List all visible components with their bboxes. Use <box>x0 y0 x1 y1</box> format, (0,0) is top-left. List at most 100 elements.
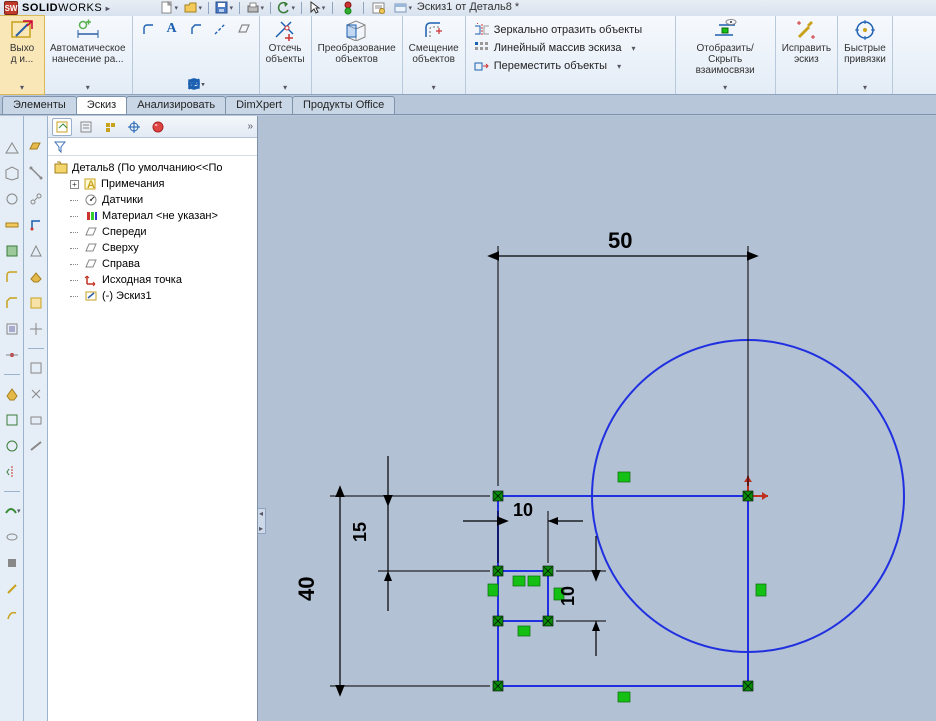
save-button[interactable] <box>215 1 233 15</box>
tool-icon[interactable] <box>27 164 45 182</box>
tool-icon[interactable] <box>3 528 21 546</box>
tool-icon[interactable] <box>27 268 45 286</box>
tool-icon[interactable] <box>3 411 21 429</box>
trim-button[interactable]: Отсечь объекты ▾ <box>260 16 312 94</box>
tool-icon[interactable] <box>3 138 21 156</box>
filter-row[interactable] <box>48 138 257 156</box>
new-file-button[interactable] <box>160 1 178 15</box>
tree-root[interactable]: Деталь8 (По умолчанию<<По <box>50 160 255 176</box>
tool-icon[interactable] <box>27 190 45 208</box>
dim-15[interactable]: 15 <box>350 522 370 542</box>
tool-icon[interactable] <box>3 606 21 624</box>
dim-40[interactable]: 40 <box>294 577 319 601</box>
tool-icon[interactable] <box>27 320 45 338</box>
dim-50[interactable]: 50 <box>608 228 632 253</box>
tree-annotations[interactable]: + A Примечания <box>50 176 255 192</box>
mirror-label: Зеркально отразить объекты <box>494 24 642 36</box>
mirror-button[interactable]: ! Зеркально отразить объекты <box>474 22 642 38</box>
repair-sketch-button[interactable]: Исправить эскиз <box>776 16 838 94</box>
tool-icon[interactable] <box>27 437 45 455</box>
centerline-tool[interactable] <box>209 18 231 40</box>
dim-10-v[interactable]: 10 <box>558 586 578 606</box>
tree-sensors[interactable]: Датчики <box>50 192 255 208</box>
linear-pattern-button[interactable]: Линейный массив эскиза ▾ <box>474 40 642 56</box>
plane-tool[interactable] <box>233 18 255 40</box>
toggle-button[interactable] <box>394 1 412 15</box>
tool-icon[interactable] <box>3 216 21 234</box>
qat-separator <box>363 2 364 14</box>
dropdown-icon: ▾ <box>632 44 636 53</box>
tab-features[interactable]: Элементы <box>2 96 77 114</box>
tool-icon[interactable] <box>3 268 21 286</box>
text-tool[interactable]: A <box>161 18 183 40</box>
tab-office[interactable]: Продукты Office <box>292 96 395 114</box>
tool-icon[interactable] <box>3 385 21 403</box>
tool-icon[interactable] <box>3 294 21 312</box>
tree-top-plane[interactable]: Сверху <box>50 240 255 256</box>
chamfer-tool[interactable] <box>185 18 207 40</box>
dim-10-h[interactable]: 10 <box>513 500 533 520</box>
tool-icon[interactable] <box>27 294 45 312</box>
tree-tab-bar: » <box>48 116 257 138</box>
smart-dimension-button[interactable]: Автоматическое нанесение ра... ▾ <box>44 16 133 94</box>
tool-icon[interactable] <box>3 320 21 338</box>
document-title: Эскиз1 от Деталь8 * <box>417 1 519 13</box>
tree-label: Датчики <box>102 194 143 206</box>
feature-tree-tab[interactable] <box>52 118 72 136</box>
linear-pattern-icon <box>474 40 490 56</box>
tree-sketch1[interactable]: (-) Эскиз1 <box>50 288 255 304</box>
exit-sketch-button[interactable]: Выхо д и... ▾ <box>0 15 45 95</box>
property-tab[interactable] <box>76 118 96 136</box>
undo-button[interactable] <box>277 1 295 15</box>
render-tab[interactable] <box>148 118 168 136</box>
convert-icon <box>344 19 370 41</box>
open-file-button[interactable] <box>184 1 202 15</box>
tool-icon[interactable] <box>3 437 21 455</box>
tool-icon[interactable] <box>27 216 45 234</box>
tool-icon[interactable]: ▾ <box>3 502 21 520</box>
collapse-tree-button[interactable]: » <box>247 121 253 132</box>
display-relations-button[interactable]: Отобразить/Скрыть взаимосвязи ▾ <box>676 16 776 94</box>
tree-front-plane[interactable]: Спереди <box>50 224 255 240</box>
tree-material[interactable]: Материал <не указан> <box>50 208 255 224</box>
point-tool[interactable] <box>186 76 206 92</box>
print-button[interactable] <box>246 1 264 15</box>
dropdown-icon: ▾ <box>86 83 90 92</box>
command-tab-bar: Элементы Эскиз Анализировать DimXpert Пр… <box>0 95 936 115</box>
tool-icon[interactable] <box>3 190 21 208</box>
separator <box>28 348 44 349</box>
dimxpert-tab[interactable] <box>124 118 144 136</box>
tool-icon[interactable] <box>3 346 21 364</box>
tree-origin[interactable]: Исходная точка <box>50 272 255 288</box>
move-button[interactable]: Переместить объекты ▾ <box>474 58 642 74</box>
tool-icon[interactable] <box>3 580 21 598</box>
expand-icon[interactable]: + <box>70 180 79 189</box>
tool-icon[interactable] <box>27 359 45 377</box>
tool-icon[interactable] <box>3 463 21 481</box>
tool-icon[interactable] <box>3 242 21 260</box>
tab-evaluate[interactable]: Анализировать <box>126 96 226 114</box>
app-brand: SOLIDWORKS ▸ <box>22 2 110 14</box>
tree-label: Спереди <box>102 226 147 238</box>
tool-icon[interactable] <box>27 385 45 403</box>
tool-icon[interactable] <box>27 411 45 429</box>
tree-right-plane[interactable]: Справа <box>50 256 255 272</box>
quick-snaps-button[interactable]: Быстрые привязки ▾ <box>838 16 893 94</box>
rebuild-button[interactable] <box>339 1 357 15</box>
convert-button[interactable]: Преобразование объектов <box>312 16 403 94</box>
select-button[interactable] <box>308 1 326 15</box>
offset-button[interactable]: Смещение объектов ▾ <box>403 16 466 94</box>
tab-sketch[interactable]: Эскиз <box>76 96 127 114</box>
tool-icon[interactable] <box>27 138 45 156</box>
tab-dimxpert[interactable]: DimXpert <box>225 96 293 114</box>
fillet-tool[interactable] <box>137 18 159 40</box>
tree-label: Исходная точка <box>102 274 182 286</box>
tool-icon[interactable] <box>3 164 21 182</box>
config-tab[interactable] <box>100 118 120 136</box>
separator <box>4 491 20 492</box>
tool-icon[interactable] <box>3 554 21 572</box>
options-button[interactable] <box>370 1 388 15</box>
drawing-canvas[interactable]: 50 40 15 10 <box>258 116 936 721</box>
qat-separator <box>239 2 240 14</box>
tool-icon[interactable] <box>27 242 45 260</box>
